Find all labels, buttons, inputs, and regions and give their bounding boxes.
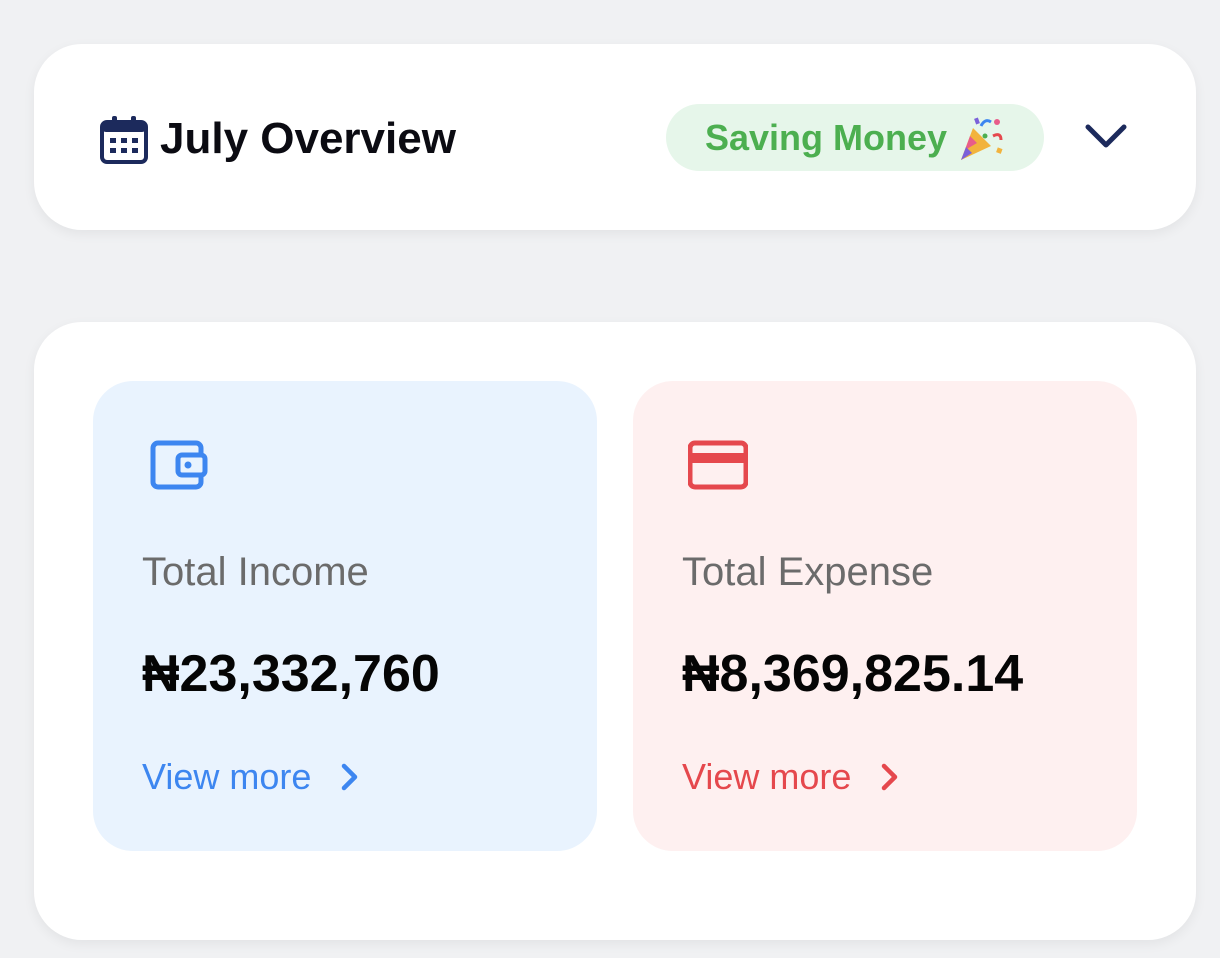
expand-toggle-button[interactable] [1082,116,1130,156]
expense-amount: ₦8,369,825.14 [682,645,1024,703]
status-badge: Saving Money [666,104,1044,171]
expense-view-more-link[interactable]: View more [682,755,901,799]
page-title: July Overview [160,114,456,163]
income-amount: ₦23,332,760 [142,645,440,703]
chevron-right-icon [882,763,898,791]
wallet-icon [150,440,208,490]
credit-card-icon [688,440,748,490]
income-label: Total Income [142,550,369,594]
income-view-more-label: View more [142,756,312,797]
chevron-down-icon [1085,124,1127,148]
income-tile: Total Income ₦23,332,760 View more [93,381,597,851]
expense-label: Total Expense [682,550,934,594]
summary-card: Total Income ₦23,332,760 View more Total… [34,322,1196,940]
income-view-more-link[interactable]: View more [142,755,361,799]
party-popper-icon [961,116,1003,160]
expense-tile: Total Expense ₦8,369,825.14 View more [633,381,1137,851]
calendar-icon [100,116,148,164]
overview-header-card: July Overview Saving Money [34,44,1196,230]
chevron-right-icon [342,763,358,791]
expense-view-more-label: View more [682,756,852,797]
status-badge-label: Saving Money [704,116,948,158]
